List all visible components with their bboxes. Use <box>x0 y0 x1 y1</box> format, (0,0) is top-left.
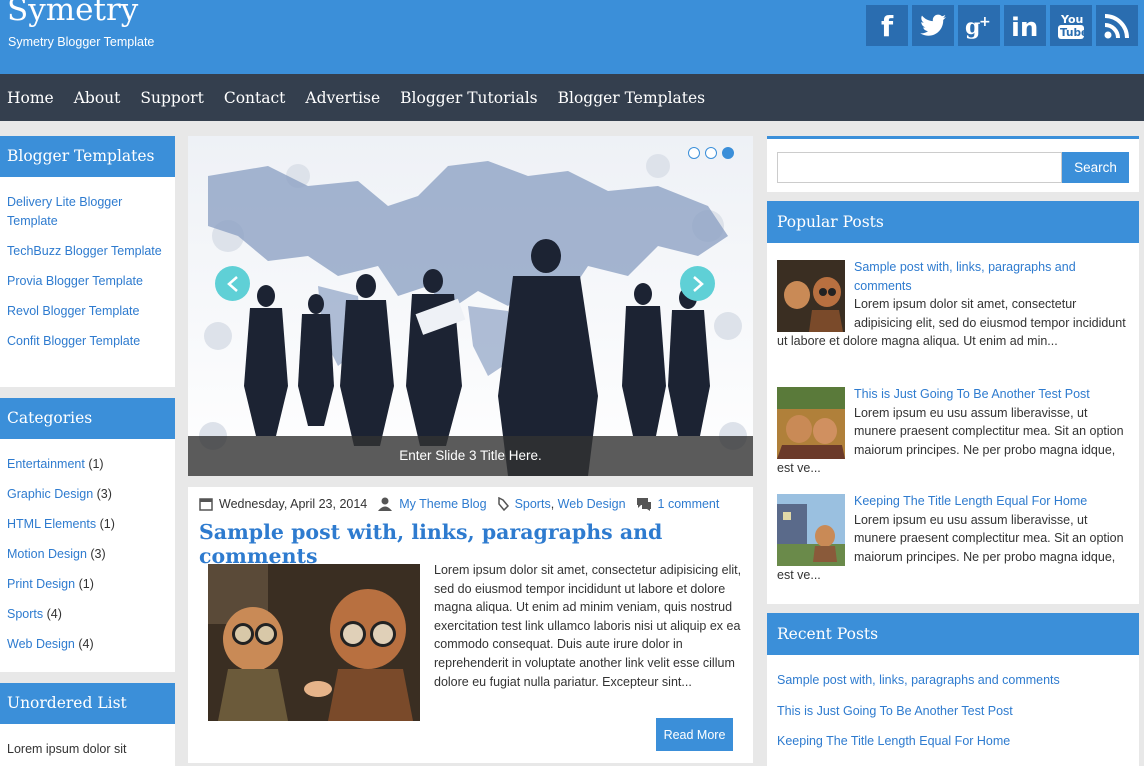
site-description: Symetry Blogger Template <box>8 35 155 49</box>
template-link[interactable]: Confit Blogger Template <box>7 332 168 351</box>
search-button[interactable]: Search <box>1062 152 1129 183</box>
comments-link[interactable]: 1 comment <box>658 497 720 511</box>
read-more-button[interactable]: Read More <box>656 718 733 751</box>
search-widget: Search <box>767 136 1139 192</box>
category-item[interactable]: Web Design (4) <box>7 635 168 654</box>
post-excerpt: Lorem ipsum dolor sit amet, consectetur … <box>434 563 742 689</box>
popular-post-title[interactable]: Keeping The Title Length Equal For Home <box>854 494 1087 508</box>
comment-icon <box>636 498 651 511</box>
widget-title: Blogger Templates <box>0 136 175 177</box>
label-link[interactable]: Sports <box>515 497 551 511</box>
popular-post-thumbnail[interactable] <box>777 260 845 332</box>
template-link[interactable]: Provia Blogger Template <box>7 272 168 291</box>
slider-dot-2[interactable] <box>705 147 717 159</box>
category-item[interactable]: Graphic Design (3) <box>7 485 168 504</box>
post-card: Wednesday, April 23, 2014 My Theme Blog … <box>188 487 753 763</box>
popular-post-item: Keeping The Title Length Equal For Home … <box>777 492 1132 585</box>
svg-text:f: f <box>881 12 894 40</box>
unordered-list-widget: Unordered List Lorem ipsum dolor sit <box>0 683 175 766</box>
site-header: Symetry Symetry Blogger Template f g + in… <box>0 0 1144 74</box>
popular-post-thumbnail[interactable] <box>777 387 845 459</box>
twitter-icon[interactable] <box>912 5 954 46</box>
post-date: Wednesday, April 23, 2014 <box>219 497 368 511</box>
recent-post-link[interactable]: Sample post with, links, paragraphs and … <box>777 673 1060 687</box>
widget-title: Popular Posts <box>767 201 1139 243</box>
recent-post-link[interactable]: This is Just Going To Be Another Test Po… <box>777 704 1013 718</box>
nav-contact[interactable]: Contact <box>224 89 286 107</box>
nav-about[interactable]: About <box>74 89 121 107</box>
slider-prev-button[interactable] <box>215 266 250 301</box>
popular-post-title[interactable]: Sample post with, links, paragraphs and … <box>854 260 1076 293</box>
popular-post-title[interactable]: This is Just Going To Be Another Test Po… <box>854 387 1090 401</box>
google-plus-icon[interactable]: g + <box>958 5 1000 46</box>
category-item[interactable]: Entertainment (1) <box>7 455 168 474</box>
template-link[interactable]: Revol Blogger Template <box>7 302 168 321</box>
label-link[interactable]: Web Design <box>558 497 626 511</box>
site-title[interactable]: Symetry <box>7 0 138 28</box>
categories-widget: Categories Entertainment (1) Graphic Des… <box>0 398 175 672</box>
slide-image <box>188 136 753 476</box>
search-input[interactable] <box>777 152 1062 183</box>
category-item[interactable]: Motion Design (3) <box>7 545 168 564</box>
category-item[interactable]: Sports (4) <box>7 605 168 624</box>
nav-blogger-templates[interactable]: Blogger Templates <box>558 89 706 107</box>
linkedin-icon[interactable]: in <box>1004 5 1046 46</box>
widget-title: Recent Posts <box>767 613 1139 655</box>
post-thumbnail[interactable] <box>208 564 420 721</box>
social-icons: f g + in You Tube <box>866 5 1138 46</box>
calendar-icon <box>199 498 213 511</box>
blogger-templates-widget: Blogger Templates Delivery Lite Blogger … <box>0 136 175 387</box>
facebook-icon[interactable]: f <box>866 5 908 46</box>
user-icon <box>378 497 393 511</box>
svg-text:+: + <box>979 14 991 30</box>
category-item[interactable]: Print Design (1) <box>7 575 168 594</box>
nav-advertise[interactable]: Advertise <box>305 89 380 107</box>
template-link[interactable]: Delivery Lite Blogger Template <box>7 193 168 231</box>
recent-post-link[interactable]: Keeping The Title Length Equal For Home <box>777 734 1010 748</box>
svg-text:You: You <box>1060 13 1083 26</box>
popular-posts-widget: Popular Posts Sample post with, links, p… <box>767 201 1139 604</box>
youtube-icon[interactable]: You Tube <box>1050 5 1092 46</box>
nav-support[interactable]: Support <box>140 89 203 107</box>
slider-dot-1[interactable] <box>688 147 700 159</box>
template-link[interactable]: TechBuzz Blogger Template <box>7 242 168 261</box>
recent-posts-widget: Recent Posts Sample post with, links, pa… <box>767 613 1139 766</box>
slider-dot-3[interactable] <box>722 147 734 159</box>
slider-next-button[interactable] <box>680 266 715 301</box>
chevron-right-icon <box>692 275 704 292</box>
category-item[interactable]: HTML Elements (1) <box>7 515 168 534</box>
popular-post-item: This is Just Going To Be Another Test Po… <box>777 385 1132 478</box>
widget-title: Categories <box>0 398 175 439</box>
tag-icon <box>497 497 509 511</box>
slide-caption[interactable]: Enter Slide 3 Title Here. <box>188 436 753 476</box>
main-nav: Home About Support Contact Advertise Blo… <box>0 74 1144 121</box>
post-labels: Sports, Web Design <box>514 497 626 511</box>
popular-post-thumbnail[interactable] <box>777 494 845 566</box>
popular-post-item: Sample post with, links, paragraphs and … <box>777 258 1132 351</box>
post-meta: Wednesday, April 23, 2014 My Theme Blog … <box>199 497 719 511</box>
image-slider[interactable]: Enter Slide 3 Title Here. <box>188 136 753 476</box>
widget-title: Unordered List <box>0 683 175 724</box>
nav-blogger-tutorials[interactable]: Blogger Tutorials <box>400 89 537 107</box>
chevron-left-icon <box>226 275 238 292</box>
nav-home[interactable]: Home <box>7 89 54 107</box>
svg-text:in: in <box>1011 13 1038 39</box>
svg-text:Tube: Tube <box>1060 27 1085 39</box>
list-item: Lorem ipsum dolor sit <box>7 742 127 756</box>
rss-icon[interactable] <box>1096 5 1138 46</box>
post-author-link[interactable]: My Theme Blog <box>399 497 486 511</box>
